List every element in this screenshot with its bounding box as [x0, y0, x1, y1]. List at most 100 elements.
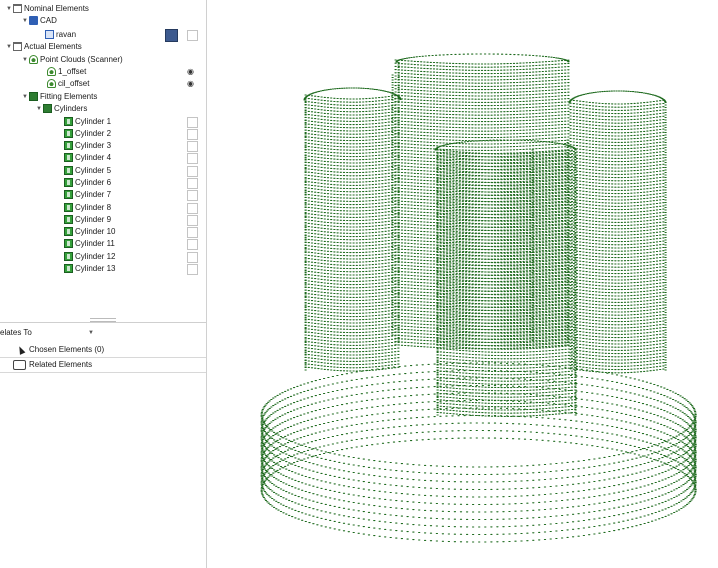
point-cloud-icon	[47, 67, 56, 76]
tree-node-pointclouds[interactable]: ▼ Point Clouds (Scanner)	[22, 54, 123, 66]
list-item-label: Cylinder 7	[75, 190, 112, 199]
chevron-down-icon[interactable]: ▼	[22, 15, 29, 27]
tree-node-label: Actual Elements	[24, 42, 82, 51]
list-item[interactable]: Cylinder 1	[64, 116, 111, 128]
point-cloud-dots	[397, 59, 400, 346]
cylinder-icon	[64, 215, 73, 224]
visibility-checkbox[interactable]	[187, 215, 198, 226]
point-cloud-dots	[574, 149, 577, 416]
relates-to-label: elates To	[0, 328, 32, 337]
tree-node-1-offset[interactable]: 1_offset	[47, 66, 86, 78]
related-elements-panel[interactable]: Related Elements	[0, 358, 206, 373]
list-item[interactable]: Cylinder 7	[64, 189, 111, 201]
cylinder-icon	[64, 203, 73, 212]
list-item[interactable]: Cylinder 12	[64, 251, 115, 263]
folder-icon	[13, 4, 22, 13]
point-cloud-dots	[569, 99, 665, 374]
tree-node-cad[interactable]: ▼ CAD	[22, 15, 57, 27]
visibility-checkbox[interactable]	[187, 239, 198, 250]
point-cloud-dots	[304, 94, 400, 372]
point-cloud-dots	[436, 149, 439, 416]
chevron-down-icon[interactable]: ▼	[22, 91, 29, 103]
cylinder-icon	[64, 129, 73, 138]
list-item[interactable]: Cylinder 6	[64, 177, 111, 189]
tree-node-label: ravan	[56, 30, 77, 39]
color-swatch[interactable]	[165, 29, 178, 42]
list-item[interactable]: Cylinder 13	[64, 263, 115, 275]
divider	[0, 322, 206, 323]
chevron-down-icon[interactable]: ▼	[36, 103, 43, 115]
point-cloud-dots	[304, 99, 307, 371]
point-cloud-render[interactable]	[207, 0, 718, 568]
tree-node-label: Cylinders	[54, 104, 88, 113]
tree-node-label: CAD	[40, 16, 57, 25]
cylinder-icon	[64, 141, 73, 150]
tree-node-actual[interactable]: ▼ Actual Elements	[6, 41, 82, 53]
cad-icon	[29, 16, 38, 25]
visibility-checkbox[interactable]	[187, 190, 198, 201]
cylinder-icon	[64, 117, 73, 126]
point-cloud-dots	[664, 104, 667, 371]
cylinder-icon	[64, 264, 73, 273]
visibility-checkbox[interactable]	[187, 30, 198, 41]
list-item-label: Cylinder 1	[75, 117, 112, 126]
list-item[interactable]: Cylinder 2	[64, 128, 111, 140]
tree-node-fitting[interactable]: ▼ Fitting Elements	[22, 91, 97, 103]
point-cloud-dots	[303, 87, 402, 101]
chevron-down-icon[interactable]: ▼	[22, 54, 29, 66]
cylinder-icon	[64, 252, 73, 261]
visibility-checkbox[interactable]	[187, 227, 198, 238]
list-item[interactable]: Cylinder 5	[64, 165, 111, 177]
visibility-checkbox[interactable]	[187, 203, 198, 214]
visibility-checkbox[interactable]	[187, 141, 198, 152]
related-elements-label: Related Elements	[29, 360, 93, 369]
list-item[interactable]: Cylinder 10	[64, 226, 115, 238]
tree-node-nominal[interactable]: ▼ Nominal Elements	[6, 3, 89, 15]
tree-node-cil-offset[interactable]: cil_offset	[47, 78, 89, 90]
chevron-down-icon[interactable]: ▼	[6, 3, 13, 15]
list-item[interactable]: Cylinder 8	[64, 202, 111, 214]
related-elements-icon	[13, 359, 26, 370]
relates-to-dropdown[interactable]: elates To	[0, 327, 32, 339]
visibility-checkbox[interactable]	[187, 178, 198, 189]
list-item[interactable]: Cylinder 4	[64, 152, 111, 164]
visibility-checkbox[interactable]	[187, 129, 198, 140]
folder-icon	[13, 42, 22, 51]
3d-viewport[interactable]	[207, 0, 718, 568]
visibility-checkbox[interactable]	[187, 153, 198, 164]
point-cloud-icon	[29, 55, 38, 64]
tree-node-label: Fitting Elements	[40, 92, 98, 101]
list-item-label: Cylinder 9	[75, 215, 112, 224]
eye-icon[interactable]: ◉	[187, 79, 194, 88]
tree-node-label: cil_offset	[58, 79, 90, 88]
list-item-label: Cylinder 12	[75, 252, 116, 261]
eye-icon[interactable]: ◉	[187, 67, 194, 76]
visibility-checkbox[interactable]	[187, 166, 198, 177]
tree-node-cylinders[interactable]: ▼ Cylinders	[36, 103, 87, 115]
chosen-elements-panel[interactable]: Chosen Elements (0)	[0, 343, 206, 358]
list-item[interactable]: Cylinder 9	[64, 214, 111, 226]
cylinder-icon	[64, 166, 73, 175]
list-item[interactable]: Cylinder 3	[64, 140, 111, 152]
list-item[interactable]: Cylinder 11	[64, 238, 115, 250]
list-item-label: Cylinder 3	[75, 141, 112, 150]
tree-node-label: Point Clouds (Scanner)	[40, 55, 123, 64]
explorer-panel: ▼ Nominal Elements ▼ CAD ravan ▼ Actual Ele…	[0, 0, 207, 568]
cylinder-icon	[64, 178, 73, 187]
list-item-label: Cylinder 2	[75, 129, 112, 138]
list-item-label: Cylinder 5	[75, 166, 112, 175]
fitting-elements-icon	[29, 92, 38, 101]
chevron-down-icon[interactable]: ▼	[6, 41, 13, 53]
visibility-checkbox[interactable]	[187, 117, 198, 128]
visibility-checkbox[interactable]	[187, 264, 198, 275]
cylinder-icon	[64, 227, 73, 236]
chevron-down-icon[interactable]: ▼	[88, 327, 94, 339]
cylinder-group-icon	[43, 104, 52, 113]
cylinder-icon	[64, 153, 73, 162]
list-item-label: Cylinder 6	[75, 178, 112, 187]
list-item-label: Cylinder 10	[75, 227, 116, 236]
tree-node-label: Nominal Elements	[24, 4, 89, 13]
point-cloud-dots	[395, 53, 570, 63]
tree-node-ravan[interactable]: ravan	[45, 29, 76, 41]
visibility-checkbox[interactable]	[187, 252, 198, 263]
